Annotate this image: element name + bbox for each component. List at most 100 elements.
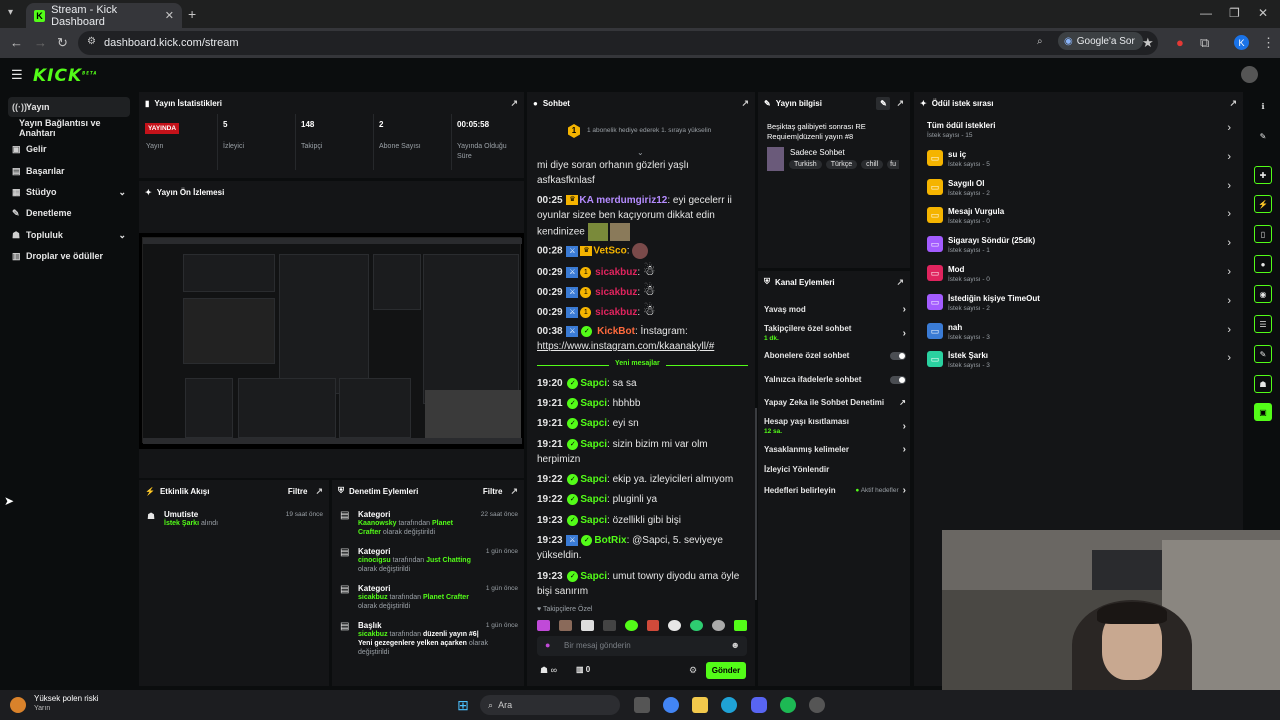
sidebar-item-denetleme[interactable]: ✎ Denetleme bbox=[8, 203, 130, 223]
file-explorer-icon[interactable] bbox=[692, 697, 708, 713]
reward-row[interactable]: ▭ İstek Şarkı İstek sayısı - 3 › bbox=[927, 349, 1231, 375]
obs-icon[interactable] bbox=[809, 697, 825, 713]
mic-icon[interactable]: ● bbox=[545, 640, 550, 650]
chat-username[interactable]: KA merdumgiriz12 bbox=[579, 195, 667, 206]
chat-username[interactable]: sicakbuz bbox=[595, 287, 637, 298]
chat-username[interactable]: Sapci bbox=[580, 418, 607, 429]
sidebar-item-studyo[interactable]: ▦ Stüdyo ⌄ bbox=[8, 182, 130, 202]
chat-scrollbar[interactable] bbox=[755, 408, 757, 600]
chat-username[interactable]: sicakbuz bbox=[595, 267, 637, 278]
tag-chip[interactable]: chill bbox=[861, 160, 884, 169]
chat-username[interactable]: Sapci bbox=[580, 474, 607, 485]
popout-icon[interactable]: ↗ bbox=[510, 98, 518, 109]
weather-icon[interactable] bbox=[10, 697, 26, 713]
sidebar-item-gelir[interactable]: ▣ Gelir bbox=[8, 139, 130, 159]
tool-list-icon[interactable]: ☰ bbox=[1254, 315, 1272, 333]
account-age-row[interactable]: Hesap yaşı kısıtlaması 12 sa. › bbox=[764, 417, 906, 436]
emote[interactable] bbox=[712, 620, 726, 631]
chat-username[interactable]: Sapci bbox=[580, 378, 607, 389]
chat-username[interactable]: VetSco bbox=[593, 246, 626, 257]
emotes-only-toggle[interactable] bbox=[890, 375, 906, 384]
emote[interactable] bbox=[734, 620, 748, 631]
popout-icon[interactable]: ↗ bbox=[741, 98, 749, 109]
popout-icon[interactable]: ↗ bbox=[896, 277, 904, 288]
edit-pencil-icon[interactable]: ✎ bbox=[876, 96, 891, 110]
subs-only-toggle[interactable] bbox=[890, 351, 906, 360]
chat-link[interactable]: https://www.instagram.com/kkaanakyll/# bbox=[537, 339, 714, 354]
browser-menu-icon[interactable]: ⋮ bbox=[1262, 35, 1275, 51]
slow-mode-row[interactable]: Yavaş mod › bbox=[764, 304, 906, 315]
tool-gamepad-icon[interactable]: ✚ bbox=[1254, 166, 1272, 184]
new-tab-icon[interactable]: + bbox=[188, 6, 196, 22]
followers-only-row[interactable]: Takipçilere özel sohbet 1 dk. › bbox=[764, 324, 906, 343]
discord-icon[interactable] bbox=[751, 697, 767, 713]
sidebar-item-topluluk[interactable]: ☗ Topluluk ⌄ bbox=[8, 225, 130, 245]
chat-username[interactable]: Sapci bbox=[580, 439, 607, 450]
emote[interactable] bbox=[646, 620, 660, 631]
popout-icon[interactable]: ↗ bbox=[315, 486, 323, 497]
task-view-icon[interactable] bbox=[634, 697, 650, 713]
back-icon[interactable]: ← bbox=[10, 35, 23, 50]
emote[interactable] bbox=[602, 620, 616, 631]
windows-start-icon[interactable]: ⊞ bbox=[455, 697, 471, 713]
tool-broadcast-icon[interactable]: ◉ bbox=[1254, 285, 1272, 303]
viewer-redirect-row[interactable]: İzleyici Yönlendir bbox=[764, 465, 906, 474]
reward-row[interactable]: ▭ su iç İstek sayısı - 5 › bbox=[927, 148, 1231, 174]
window-close-icon[interactable]: ✕ bbox=[1258, 6, 1268, 20]
goals-row[interactable]: Hedefleri belirleyin ● Aktif hedefler › bbox=[764, 485, 906, 496]
address-bar[interactable]: ⚙ dashboard.kick.com/stream ⌕ bbox=[78, 31, 1158, 55]
tool-people-icon[interactable]: ☗ bbox=[1254, 375, 1272, 393]
chat-username[interactable]: Sapci bbox=[580, 494, 607, 505]
tool-wrench-icon[interactable]: ✎ bbox=[1254, 345, 1272, 363]
chat-username[interactable]: Sapci bbox=[580, 398, 607, 409]
tool-bolt-icon[interactable]: ⚡ bbox=[1254, 195, 1272, 213]
sidebar-item-droplar[interactable]: ▥ Droplar ve ödüller bbox=[8, 246, 130, 266]
chat-username[interactable]: Sapci bbox=[580, 515, 607, 526]
chat-settings-gear-icon[interactable]: ⚙ bbox=[689, 665, 697, 676]
site-info-icon[interactable]: ⚙ bbox=[87, 36, 96, 47]
emote[interactable] bbox=[580, 620, 594, 631]
popout-icon[interactable]: ↗ bbox=[510, 486, 518, 497]
popout-icon[interactable]: ↗ bbox=[1229, 98, 1237, 109]
emoji-icon[interactable]: ☻ bbox=[731, 640, 740, 650]
emote[interactable] bbox=[537, 620, 550, 631]
tab-search-icon[interactable]: ▾ bbox=[8, 7, 13, 18]
emote[interactable] bbox=[668, 620, 682, 631]
emote[interactable] bbox=[624, 620, 638, 631]
activity-filter-button[interactable]: Filtre bbox=[288, 487, 308, 496]
spotify-icon[interactable] bbox=[780, 697, 796, 713]
sidebar-item-stream-key[interactable]: Yayın Bağlantısı ve Anahtarı bbox=[8, 118, 130, 138]
forward-icon[interactable]: → bbox=[34, 35, 47, 50]
tag-chip[interactable]: Turkish bbox=[789, 160, 822, 169]
ai-moderation-row[interactable]: Yapay Zeka ile Sohbet Denetimi ↗ bbox=[764, 398, 906, 407]
chat-input[interactable]: ● Bir mesaj gönderin ☻ bbox=[537, 636, 747, 656]
reward-row[interactable]: ▭ nah İstek sayısı - 3 › bbox=[927, 321, 1231, 347]
emote[interactable] bbox=[690, 620, 704, 631]
extensions-puzzle-icon[interactable]: ⧉ bbox=[1200, 35, 1209, 51]
all-rewards-row[interactable]: Tüm ödül istekleri İstek sayısı - 15 › bbox=[927, 119, 1231, 145]
edit-layout-icon[interactable]: ✎ bbox=[1254, 127, 1272, 145]
collapse-pin-icon[interactable]: ⌄ bbox=[637, 148, 644, 157]
tool-doc-icon[interactable]: ▯ bbox=[1254, 225, 1272, 243]
sidebar-item-basarilar[interactable]: ▤ Başarılar bbox=[8, 161, 130, 181]
pinned-gift-banner[interactable]: 1 abonelik hediye ederek 1. sıraya yükse… bbox=[587, 127, 711, 134]
maximize-icon[interactable]: ❐ bbox=[1229, 6, 1240, 20]
reward-row[interactable]: ▭ Sigarayı Söndür (25dk) İstek sayısı - 1 › bbox=[927, 234, 1231, 260]
sidebar-item-yayin[interactable]: ((·)) Yayın bbox=[8, 97, 130, 117]
tool-add-icon[interactable]: ▣ bbox=[1254, 403, 1272, 421]
chrome-icon[interactable] bbox=[663, 697, 679, 713]
reward-row[interactable]: ▭ İstediğin kişiye TimeOut İstek sayısı - … bbox=[927, 292, 1231, 318]
emote[interactable] bbox=[558, 620, 572, 631]
chat-username[interactable]: BotRix bbox=[594, 535, 626, 546]
message-counter[interactable]: ▥ 0 bbox=[576, 665, 590, 674]
moderation-filter-button[interactable]: Filtre bbox=[483, 487, 503, 496]
bookmark-star-icon[interactable]: ★ bbox=[1142, 35, 1154, 51]
edge-icon[interactable] bbox=[721, 697, 737, 713]
stream-preview-video[interactable] bbox=[139, 233, 524, 449]
browser-tab[interactable]: K Stream - Kick Dashboard ✕ bbox=[26, 3, 182, 28]
taskbar-search[interactable]: ⌕ Ara bbox=[480, 695, 620, 715]
infinity-counter[interactable]: ☗ ∞ bbox=[540, 665, 557, 676]
kick-logo[interactable]: KICKBETA bbox=[33, 66, 97, 86]
reload-icon[interactable]: ↻ bbox=[57, 35, 68, 51]
chat-username[interactable]: KickBot bbox=[597, 326, 635, 337]
